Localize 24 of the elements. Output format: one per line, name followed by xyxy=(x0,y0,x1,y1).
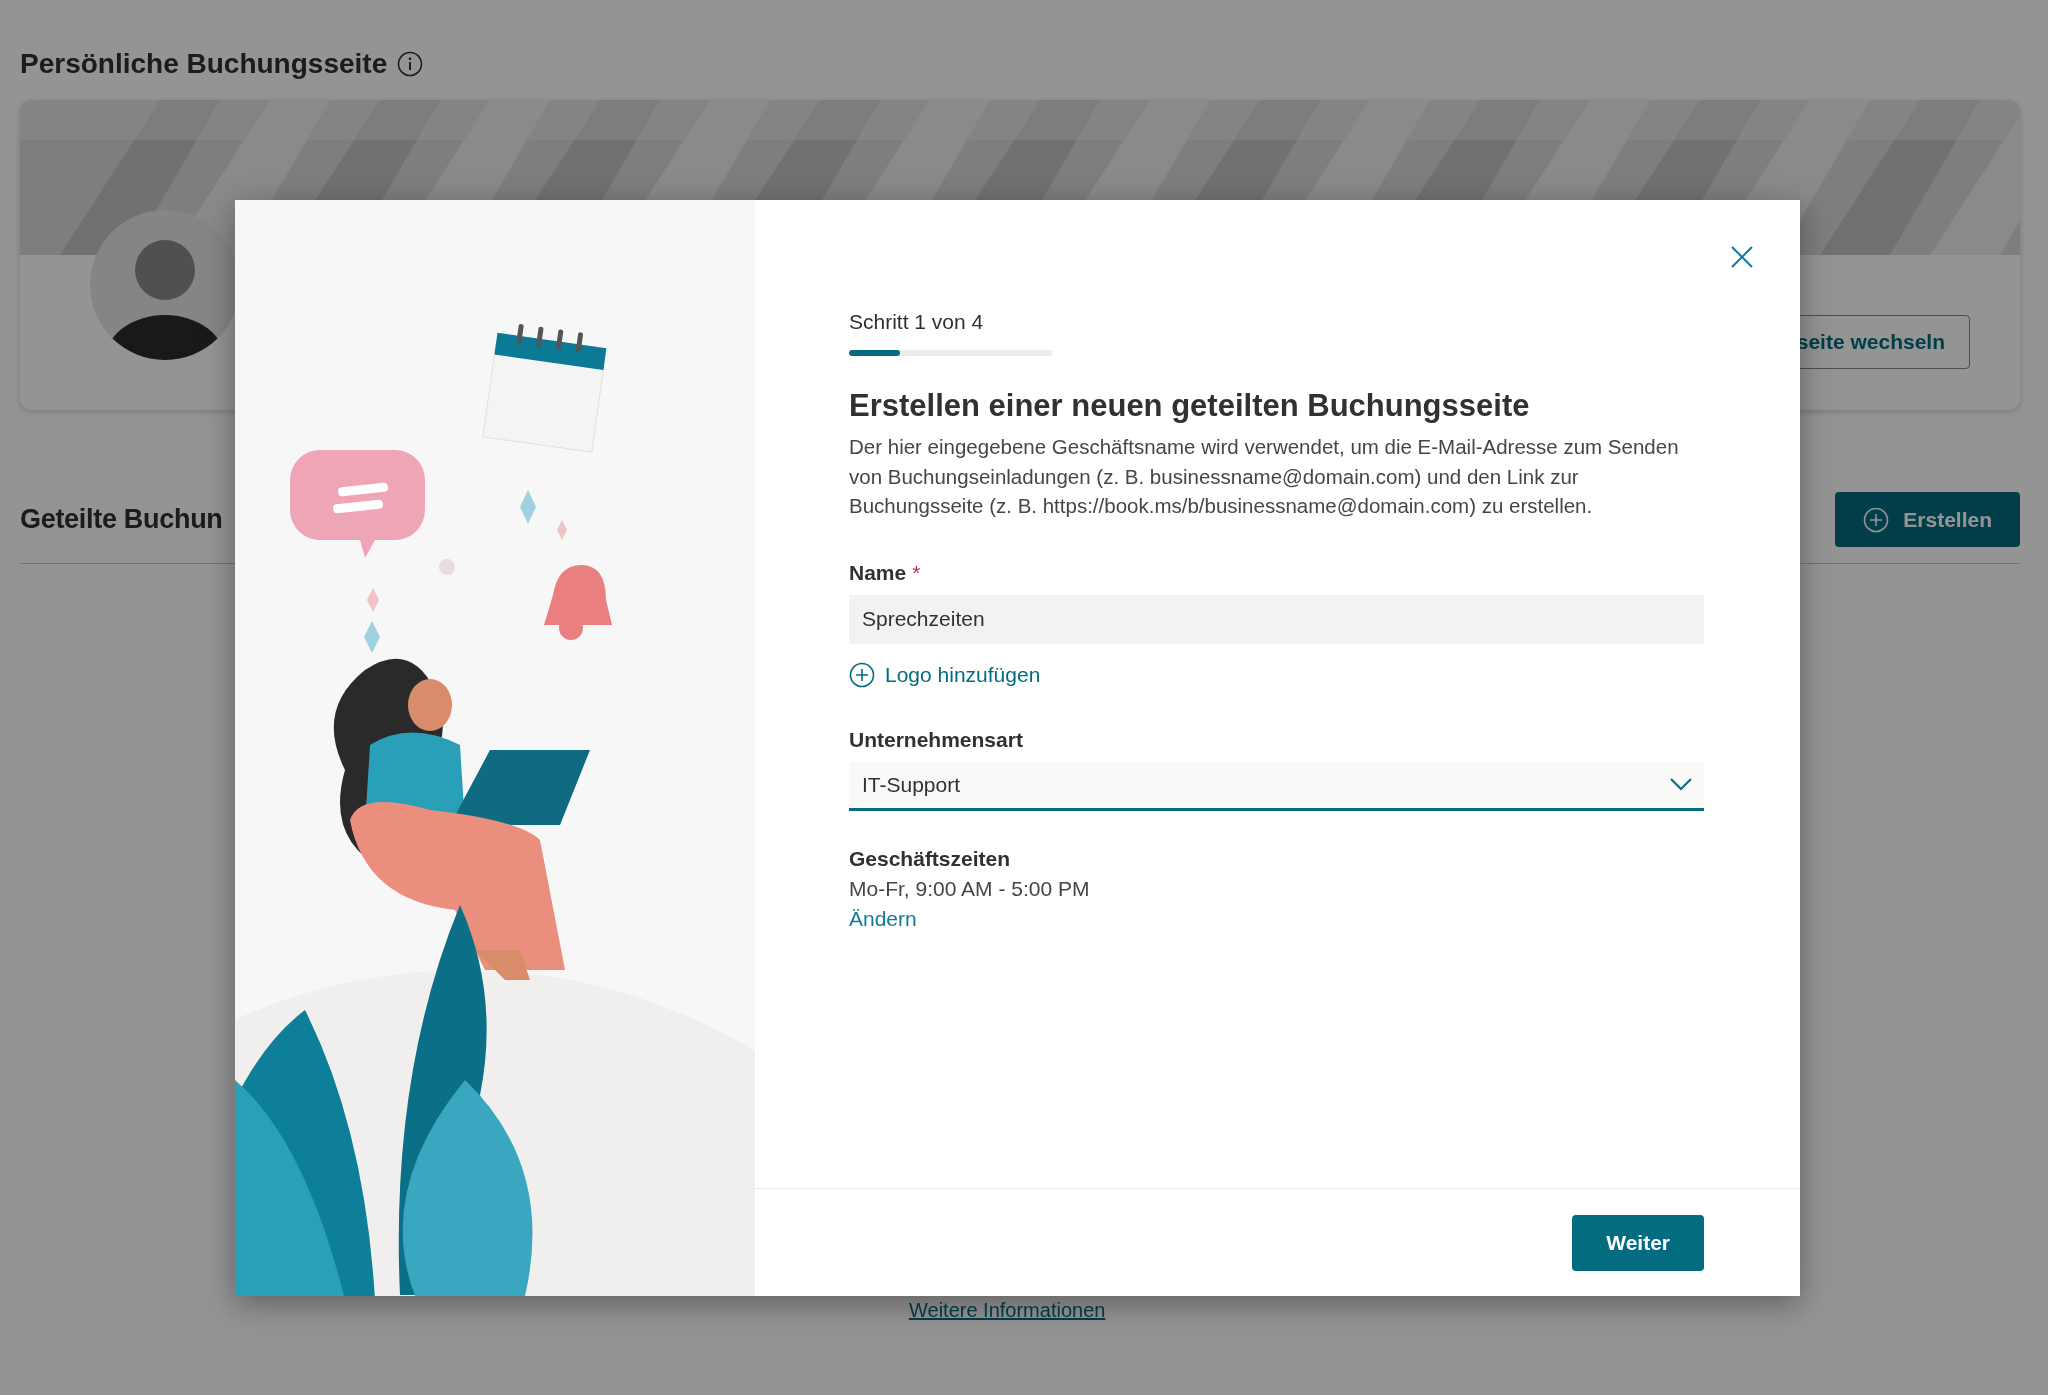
chevron-down-icon xyxy=(1670,778,1692,791)
change-link[interactable]: Ändern xyxy=(849,906,917,931)
add-logo-link[interactable]: Logo hinzufügen xyxy=(849,661,1041,688)
hours-label: Geschäftszeiten xyxy=(849,846,1011,871)
next-button[interactable]: Weiter xyxy=(1572,1214,1704,1271)
business-type-dropdown[interactable]: IT-Support xyxy=(849,761,1704,811)
required-mark: * xyxy=(912,560,921,585)
info-icon[interactable] xyxy=(397,51,424,77)
field-label: Unternehmensart xyxy=(849,727,1023,752)
section-title: Geteilte Buchun xyxy=(20,504,223,535)
dropdown-value: IT-Support xyxy=(862,772,961,797)
field-label: Name xyxy=(849,560,907,585)
plus-circle-icon xyxy=(849,661,875,688)
dialog-title: Erstellen einer neuen geteilten Buchungsseite xyxy=(849,388,1531,424)
close-icon xyxy=(1729,244,1755,270)
create-button[interactable]: Erstellen xyxy=(1835,492,2020,547)
dialog-description: Der hier eingegebene Geschäftsname wird verwendet, um die E-Mail-Adresse zum Senden von Buchungseinladungen (z. B. businessname@domain.com) und den Link zur Buchungsseite (z. B. https://book.ms/b/businessname@domain.com) zu erstellen. xyxy=(849,434,1680,519)
more-info-link[interactable]: Weitere Informationen xyxy=(909,1299,1106,1322)
step-label: Schritt 1 von 4 xyxy=(849,310,985,334)
close-button[interactable] xyxy=(1729,244,1755,270)
hours-value: Mo-Fr, 9:00 AM - 5:00 PM xyxy=(849,876,1091,901)
plus-circle-icon xyxy=(1863,506,1890,533)
page-title: Persönliche Buchungsseite xyxy=(20,48,388,80)
name-input[interactable]: Sprechzeiten xyxy=(849,594,1704,644)
